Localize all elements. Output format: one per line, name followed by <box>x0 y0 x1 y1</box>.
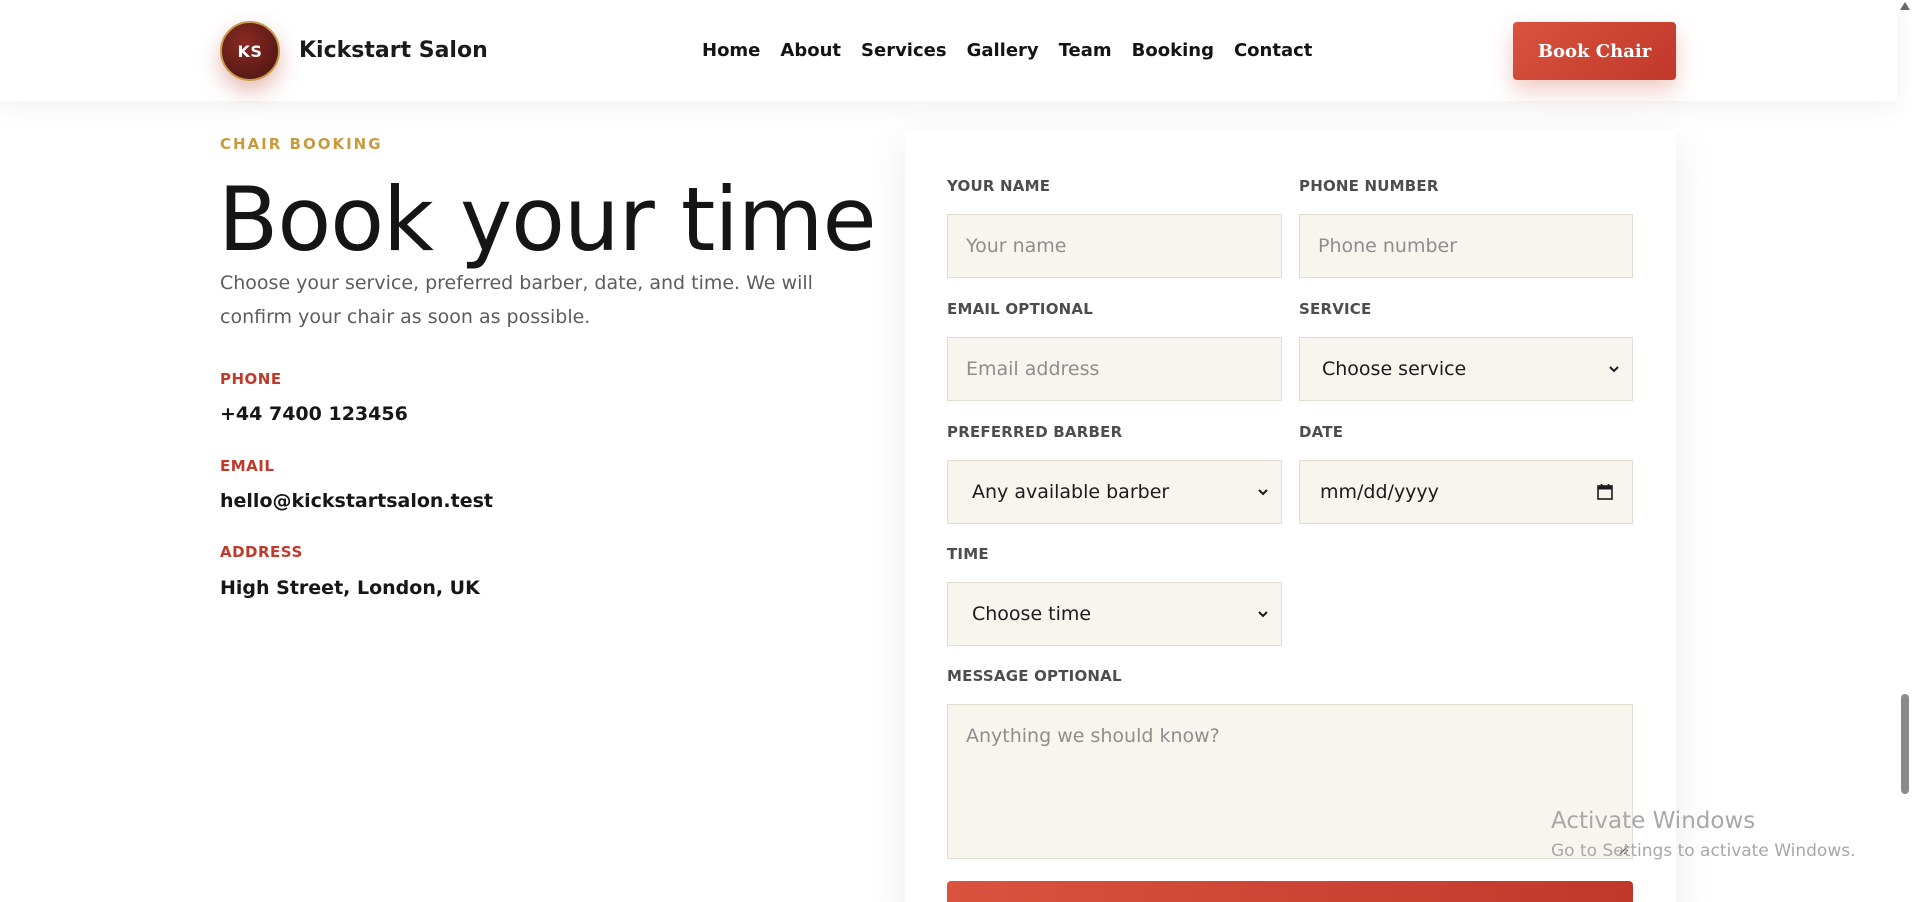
phone-label: PHONE <box>220 370 282 388</box>
book-chair-button[interactable]: Book Chair <box>1513 22 1676 80</box>
section-eyebrow: CHAIR BOOKING <box>220 135 383 153</box>
scroll-up-arrow-icon[interactable] <box>1900 2 1910 10</box>
time-value: Choose time <box>972 603 1092 625</box>
nav-booking[interactable]: Booking <box>1132 40 1214 61</box>
main-nav: Home About Services Gallery Team Booking… <box>702 40 1312 61</box>
email-value: hello@kickstartsalon.test <box>220 490 494 512</box>
nav-gallery[interactable]: Gallery <box>967 40 1039 61</box>
nav-services[interactable]: Services <box>861 40 947 61</box>
email-placeholder: Email address <box>966 358 1100 380</box>
page-title: Book your time <box>218 168 877 271</box>
barber-value: Any available barber <box>972 481 1170 503</box>
submit-booking-button[interactable] <box>947 881 1633 902</box>
nav-team[interactable]: Team <box>1059 40 1112 61</box>
nav-contact[interactable]: Contact <box>1234 40 1312 61</box>
phone-number-label: PHONE NUMBER <box>1299 177 1439 195</box>
activation-watermark-subtitle: Go to Settings to activate Windows. <box>1551 841 1856 861</box>
message-textarea[interactable]: Anything we should know? <box>947 704 1633 859</box>
calendar-icon[interactable] <box>1596 483 1614 501</box>
name-label: YOUR NAME <box>947 177 1051 195</box>
intro-description: Choose your service, preferred barber, d… <box>220 272 813 328</box>
scroll-thumb[interactable] <box>1901 694 1909 794</box>
nav-home[interactable]: Home <box>702 40 760 61</box>
address-value: High Street, London, UK <box>220 577 480 599</box>
activation-watermark-title: Activate Windows <box>1551 808 1756 834</box>
service-label: SERVICE <box>1299 300 1372 318</box>
logo-badge[interactable]: KS <box>220 21 280 81</box>
date-input[interactable]: mm/dd/yyyy <box>1299 460 1633 524</box>
phone-input[interactable]: Phone number <box>1299 214 1633 278</box>
page-scrollbar[interactable] <box>1897 0 1912 902</box>
name-input[interactable]: Your name <box>947 214 1282 278</box>
phone-placeholder: Phone number <box>1318 235 1458 257</box>
address-label: ADDRESS <box>220 543 303 561</box>
chevron-down-icon <box>1258 489 1268 496</box>
name-placeholder: Your name <box>966 235 1067 257</box>
brand-name[interactable]: Kickstart Salon <box>299 38 488 63</box>
email-label: EMAIL <box>220 457 275 475</box>
nav-about[interactable]: About <box>780 40 841 61</box>
barber-label: PREFERRED BARBER <box>947 423 1123 441</box>
chevron-down-icon <box>1609 366 1619 373</box>
time-select[interactable]: Choose time <box>947 582 1282 646</box>
service-select[interactable]: Choose service <box>1299 337 1633 401</box>
service-value: Choose service <box>1322 358 1467 380</box>
date-label: DATE <box>1299 423 1344 441</box>
email-input[interactable]: Email address <box>947 337 1282 401</box>
message-placeholder: Anything we should know? <box>966 725 1220 747</box>
time-label: TIME <box>947 545 989 563</box>
email-optional-label: EMAIL OPTIONAL <box>947 300 1093 318</box>
site-header: KS Kickstart Salon Home About Services G… <box>0 0 1897 101</box>
message-label: MESSAGE OPTIONAL <box>947 667 1122 685</box>
phone-value: +44 7400 123456 <box>220 403 408 425</box>
barber-select[interactable]: Any available barber <box>947 460 1282 524</box>
chevron-down-icon <box>1258 611 1268 618</box>
date-value: mm/dd/yyyy <box>1320 481 1439 503</box>
